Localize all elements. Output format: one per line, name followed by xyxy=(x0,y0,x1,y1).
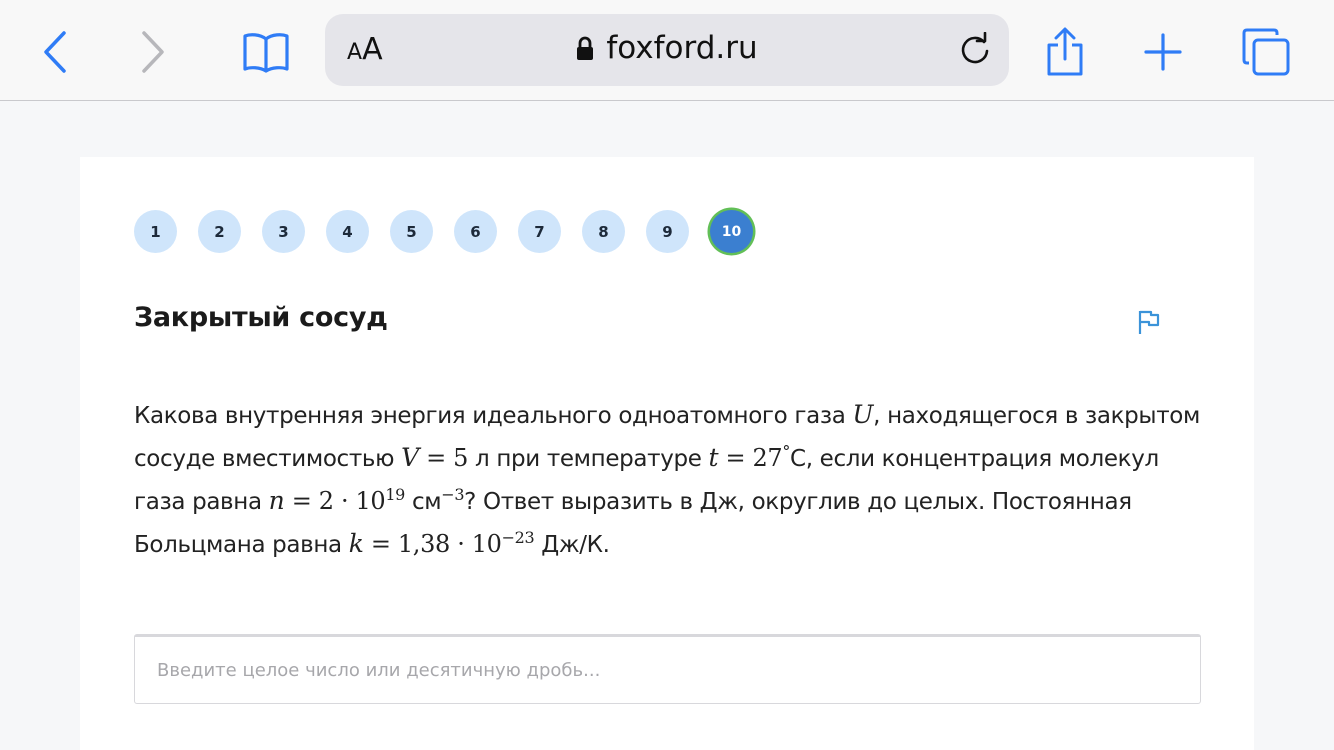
flag-icon xyxy=(1138,310,1160,334)
task-page-10-active[interactable]: 10 xyxy=(710,210,753,253)
task-card: 1 2 3 4 5 6 7 8 9 10 Закрытый сосуд Како… xyxy=(80,157,1254,750)
share-icon xyxy=(1047,27,1083,76)
task-title: Закрытый сосуд xyxy=(134,302,388,333)
back-button[interactable] xyxy=(25,22,85,82)
question-text: Дж/К. xyxy=(534,532,610,558)
plus-icon xyxy=(1144,33,1182,71)
tabs-button[interactable] xyxy=(1236,22,1296,82)
math-expr: = 5 xyxy=(418,444,469,472)
book-icon xyxy=(243,33,289,73)
task-page-8[interactable]: 8 xyxy=(582,210,625,253)
task-page-7[interactable]: 7 xyxy=(518,210,561,253)
report-flag-button[interactable] xyxy=(1137,309,1161,339)
math-exponent: 19 xyxy=(385,485,406,504)
math-expr: = 27 xyxy=(718,444,783,472)
lock-icon xyxy=(577,36,594,60)
url-text: foxford.ru xyxy=(606,30,758,66)
chevron-right-icon xyxy=(142,31,164,73)
math-exponent: −23 xyxy=(501,528,535,547)
math-var-t: t xyxy=(708,443,719,472)
task-page-4[interactable]: 4 xyxy=(326,210,369,253)
forward-button[interactable] xyxy=(123,22,183,82)
reload-icon xyxy=(961,31,989,64)
task-page-5[interactable]: 5 xyxy=(390,210,433,253)
math-var-n: n xyxy=(268,486,285,515)
math-var-V: V xyxy=(401,443,419,472)
math-var-k: k xyxy=(348,529,364,558)
new-tab-button[interactable] xyxy=(1133,22,1193,82)
task-page-6[interactable]: 6 xyxy=(454,210,497,253)
url-display: foxford.ru xyxy=(325,30,1009,66)
bookmarks-button[interactable] xyxy=(236,22,296,82)
answer-input[interactable] xyxy=(134,634,1201,704)
task-question: Какова внутренняя энергия идеального одн… xyxy=(134,394,1200,566)
math-var-U: U xyxy=(852,400,874,429)
math-expr: = 1,38 · 10 xyxy=(363,530,502,558)
task-page-2[interactable]: 2 xyxy=(198,210,241,253)
task-page-3[interactable]: 3 xyxy=(262,210,305,253)
chevron-left-icon xyxy=(44,31,66,73)
tabs-icon xyxy=(1242,28,1290,76)
math-degree: ° xyxy=(782,442,791,461)
reload-button[interactable] xyxy=(957,31,993,72)
question-text: Какова внутренняя энергия идеального одн… xyxy=(134,403,853,429)
task-page-1[interactable]: 1 xyxy=(134,210,177,253)
browser-toolbar: AA foxford.ru xyxy=(0,0,1334,101)
math-expr: = 2 · 10 xyxy=(284,487,386,515)
question-text: см xyxy=(405,489,442,515)
math-exponent: −3 xyxy=(441,485,465,504)
task-page-9[interactable]: 9 xyxy=(646,210,689,253)
question-text: л при температуре xyxy=(468,446,709,472)
address-bar[interactable]: AA foxford.ru xyxy=(325,14,1009,86)
share-button[interactable] xyxy=(1035,22,1095,82)
